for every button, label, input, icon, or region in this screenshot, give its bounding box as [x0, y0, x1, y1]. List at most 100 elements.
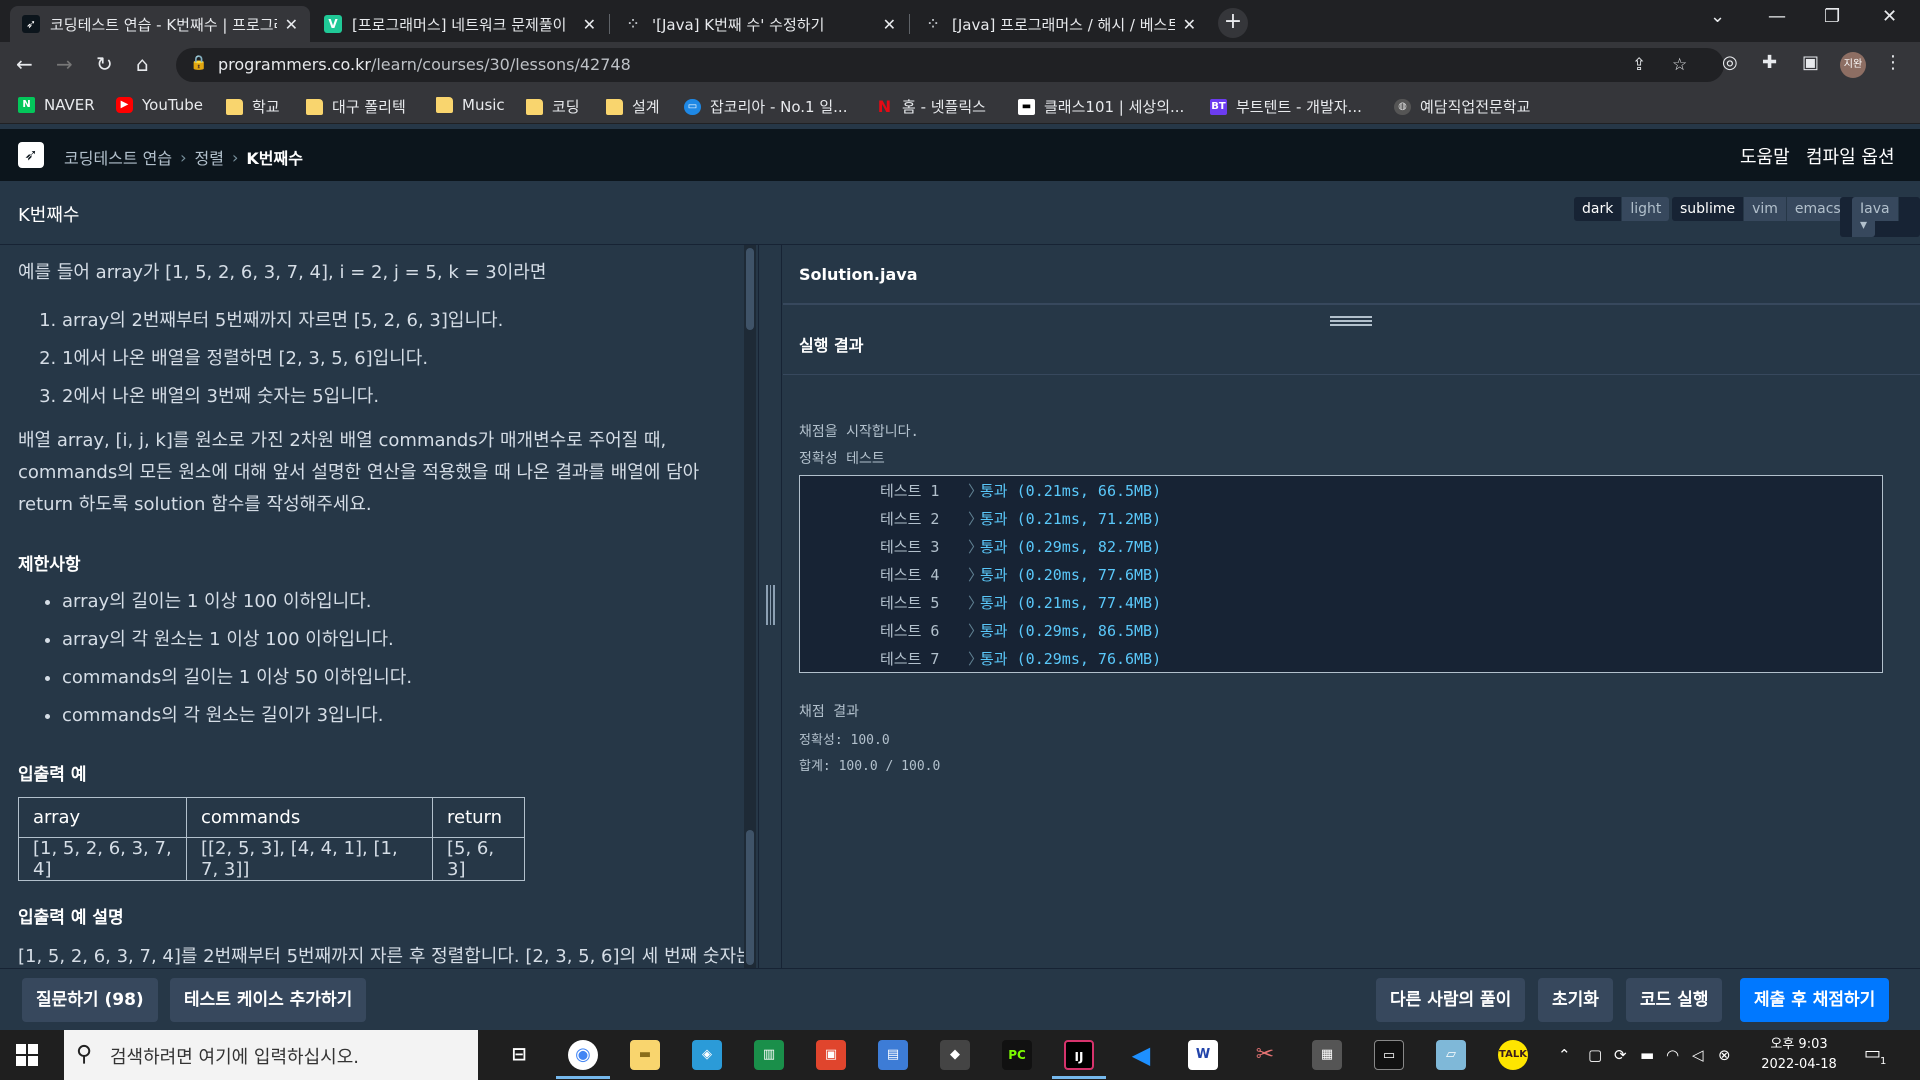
tray-device-icon[interactable]: ▢: [1588, 1046, 1602, 1064]
help-link[interactable]: 도움말: [1740, 143, 1790, 169]
reload-icon[interactable]: ↻: [96, 52, 113, 76]
pane-splitter[interactable]: [758, 245, 782, 968]
vscode-icon[interactable]: ◀: [1126, 1040, 1156, 1070]
ask-question-button[interactable]: 질문하기 (98): [22, 978, 158, 1022]
submit-button[interactable]: 제출 후 채점하기: [1740, 978, 1890, 1022]
taskbar-search-input[interactable]: ⚲ 검색하려면 여기에 입력하십시오.: [64, 1030, 478, 1080]
bookmark-folder-music[interactable]: Music: [436, 96, 505, 114]
breadcrumb-item-practice[interactable]: 코딩테스트 연습: [64, 145, 172, 169]
drag-handle-icon[interactable]: [766, 585, 775, 625]
bookmark-naver[interactable]: N NAVER: [18, 96, 95, 114]
bookmark-folder-school[interactable]: 학교: [226, 96, 280, 117]
address-bar[interactable]: 🔒 programmers.co.kr/learn/courses/30/les…: [176, 48, 1724, 82]
chevron-right-icon: ›: [180, 147, 187, 167]
menu-kebab-icon[interactable]: ⋮: [1884, 52, 1902, 73]
tab-edit-post[interactable]: ⁘ '[Java] K번째 수' 수정하기 ✕: [612, 6, 908, 42]
tray-update-icon[interactable]: ⟳: [1614, 1046, 1627, 1064]
kakaotalk-icon[interactable]: TALK: [1498, 1040, 1528, 1070]
bookmark-netflix[interactable]: N홈 - 넷플릭스: [876, 96, 986, 117]
bookmark-jobkorea[interactable]: ▭ 잡코리아 - No.1 일...: [684, 96, 847, 117]
unity-icon[interactable]: ◆: [940, 1040, 970, 1070]
terminal-icon[interactable]: ▭: [1374, 1040, 1404, 1070]
wifi-icon[interactable]: ◠: [1666, 1046, 1679, 1064]
windows-start-icon[interactable]: [16, 1044, 38, 1066]
calculator-icon[interactable]: ▦: [1312, 1040, 1342, 1070]
bookmark-yedam[interactable]: ◍ 예담직업전문학교: [1394, 96, 1530, 117]
compile-options-link[interactable]: 컴파일 옵션: [1806, 143, 1895, 169]
volume-icon[interactable]: ◁: [1692, 1046, 1704, 1064]
class101-icon: ▬: [1018, 98, 1035, 115]
test-result-row: 테스트 5 〉 통과 (0.21ms, 77.4MB): [880, 594, 1162, 612]
bookmark-youtube[interactable]: ▶ YouTube: [116, 96, 203, 114]
tab-search-icon[interactable]: ⌄: [1710, 6, 1725, 27]
theme-dark-button[interactable]: dark: [1574, 197, 1623, 221]
bookmark-folder-polytech[interactable]: 대구 폴리텍: [306, 96, 406, 117]
breadcrumb-item-sort[interactable]: 정렬: [195, 145, 224, 169]
file-explorer-icon[interactable]: ▬: [630, 1040, 660, 1070]
back-icon[interactable]: ←: [16, 52, 33, 76]
minimize-icon[interactable]: —: [1768, 6, 1786, 27]
theme-light-button[interactable]: light: [1622, 197, 1670, 221]
close-window-icon[interactable]: ✕: [1882, 6, 1897, 27]
extensions-puzzle-icon[interactable]: ✚: [1762, 52, 1777, 73]
language-select[interactable]: Java ▾: [1840, 197, 1920, 237]
chrome-icon[interactable]: ◉: [568, 1040, 598, 1070]
list-item: array의 각 원소는 1 이상 100 이하입니다.: [62, 621, 758, 659]
taskbar-clock[interactable]: 오후 9:03 2022-04-18: [1754, 1035, 1844, 1075]
notification-center-icon[interactable]: ▭: [1864, 1043, 1881, 1064]
contacts-icon[interactable]: ▤: [878, 1040, 908, 1070]
task-view-icon[interactable]: ⊟: [504, 1040, 534, 1070]
notepad-icon[interactable]: ▱: [1436, 1040, 1466, 1070]
keymap-vim-button[interactable]: vim: [1744, 197, 1787, 221]
run-code-button[interactable]: 코드 실행: [1626, 978, 1723, 1022]
problem-titlebar: K번째수 dark light sublime vim emacs Java ▾: [0, 181, 1920, 245]
accuracy-score: 정확성: 100.0: [799, 733, 890, 748]
lock-icon[interactable]: 🔒: [190, 55, 207, 71]
close-tab-icon[interactable]: ✕: [583, 15, 596, 34]
description-scroll-thumb-lower[interactable]: [746, 830, 754, 965]
new-tab-button[interactable]: +: [1218, 8, 1248, 38]
profile-avatar[interactable]: 지완: [1840, 52, 1866, 78]
restore-icon[interactable]: ❐: [1824, 6, 1840, 27]
share-icon[interactable]: ⇪: [1632, 55, 1646, 75]
bookmark-boottent[interactable]: BT 부트텐트 - 개발자...: [1210, 96, 1362, 117]
home-icon[interactable]: ⌂: [136, 52, 149, 76]
intellij-icon[interactable]: IJ: [1064, 1040, 1094, 1070]
sheets-icon[interactable]: ▥: [754, 1040, 784, 1070]
pycharm-icon[interactable]: PC: [1002, 1040, 1032, 1070]
list-item: array의 길이는 1 이상 100 이하입니다.: [62, 583, 758, 621]
snipping-tool-icon[interactable]: ✂: [1250, 1040, 1280, 1070]
folder-icon: [526, 98, 543, 115]
programmers-logo-icon[interactable]: ➶: [18, 142, 44, 168]
tray-overflow-icon[interactable]: ⌃: [1558, 1046, 1571, 1064]
presentation-icon[interactable]: ▣: [816, 1040, 846, 1070]
bookmark-folder-coding[interactable]: 코딩: [526, 96, 580, 117]
bookmark-folder-design[interactable]: 설계: [606, 96, 660, 117]
close-tab-icon[interactable]: ✕: [1183, 15, 1196, 34]
add-testcase-button[interactable]: 테스트 케이스 추가하기: [170, 978, 367, 1022]
word-processor-icon[interactable]: W: [1188, 1040, 1218, 1070]
boottent-icon: BT: [1210, 98, 1227, 115]
tistory-favicon-icon: ⁘: [627, 17, 639, 31]
keymap-sublime-button[interactable]: sublime: [1672, 197, 1745, 221]
tab-network-problem[interactable]: V [프로그래머스] 네트워크 문제풀이 ✕: [312, 6, 608, 42]
others-solutions-button[interactable]: 다른 사람의 풀이: [1376, 978, 1526, 1022]
bookmark-class101[interactable]: ▬ 클래스101 | 세상의...: [1018, 96, 1184, 117]
description-scroll-thumb[interactable]: [746, 248, 754, 330]
tab-best-album[interactable]: ⁘ [Java] 프로그래머스 / 해시 / 베스트앨범 ✕: [912, 6, 1208, 42]
table-header: commands: [186, 797, 433, 838]
battery-icon[interactable]: ▬: [1640, 1046, 1654, 1064]
close-tab-icon[interactable]: ✕: [285, 15, 298, 34]
close-tab-icon[interactable]: ✕: [883, 15, 896, 34]
ime-icon[interactable]: ⊗: [1718, 1046, 1731, 1064]
side-panel-icon[interactable]: ▣: [1802, 52, 1819, 73]
test-result-row: 테스트 4 〉 통과 (0.20ms, 77.6MB): [880, 566, 1162, 584]
tab-programmers-k[interactable]: ➶ 코딩테스트 연습 - K번째수 | 프로그래머스 ✕: [10, 6, 310, 42]
bookmark-star-icon[interactable]: ☆: [1672, 55, 1687, 75]
extension-glasses-icon[interactable]: ◎: [1722, 52, 1738, 73]
store-icon[interactable]: ◈: [692, 1040, 722, 1070]
table-cell: [5, 6, 3]: [432, 837, 525, 881]
chevron-right-icon: ›: [232, 147, 239, 167]
forward-icon[interactable]: →: [56, 52, 73, 76]
reset-button[interactable]: 초기화: [1538, 978, 1613, 1022]
